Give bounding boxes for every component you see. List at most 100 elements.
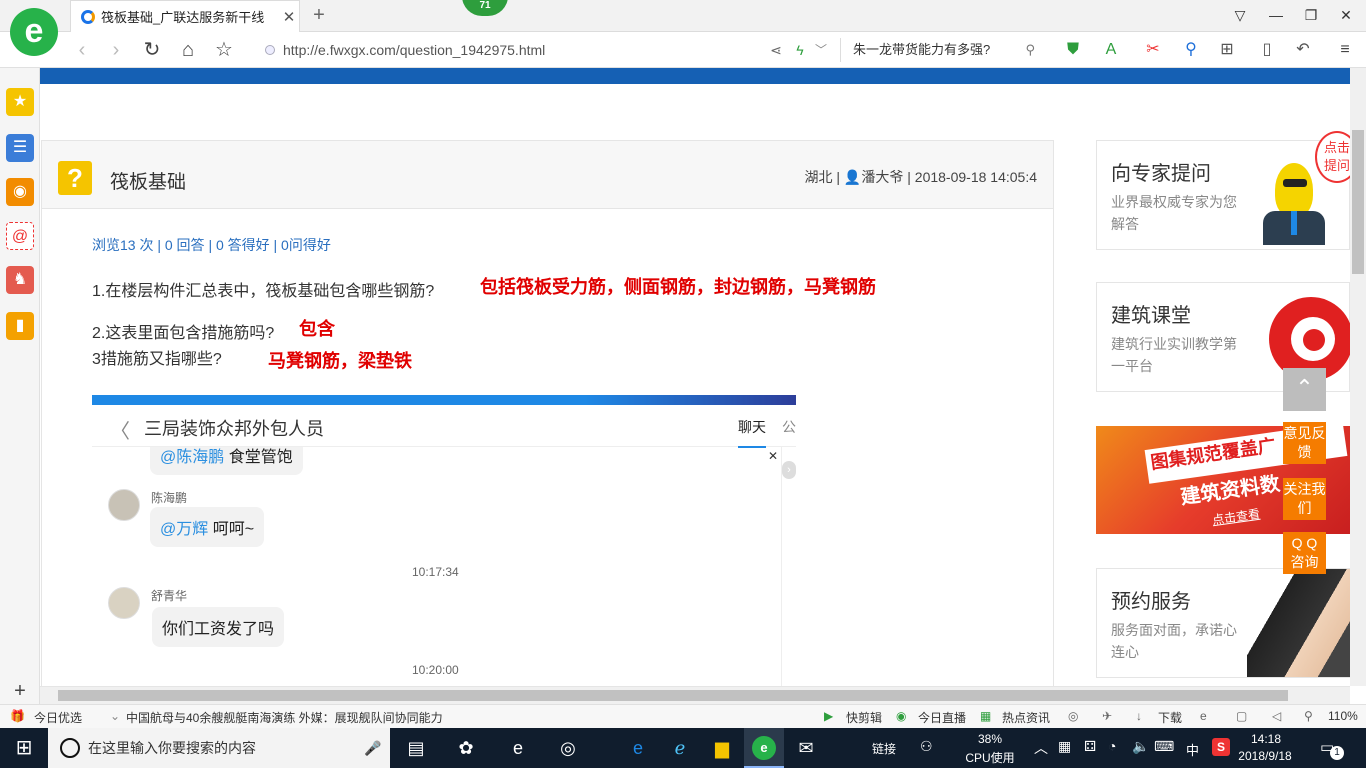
follow-us-button[interactable]: 关注我们 bbox=[1283, 478, 1326, 520]
taskbar-search-placeholder[interactable]: 在这里输入你要搜索的内容 bbox=[88, 740, 256, 756]
task-view-icon[interactable]: ▤ bbox=[402, 736, 430, 760]
ime-indicator[interactable]: 中 bbox=[1186, 740, 1199, 759]
minimize-button[interactable]: — bbox=[1262, 4, 1290, 26]
tray-app-icon[interactable]: ▦ bbox=[1058, 738, 1071, 755]
mail-icon[interactable]: ✉ bbox=[792, 736, 820, 760]
address-bar[interactable]: http://e.fwxgx.com/question_1942975.html bbox=[265, 40, 755, 60]
today-picks-link[interactable]: 今日优选 bbox=[34, 709, 82, 726]
horizontal-scroll-thumb[interactable] bbox=[58, 690, 1288, 701]
active-browser-task[interactable]: e bbox=[744, 728, 784, 768]
question-line-2: 2.这表里面包含措施筋吗? bbox=[92, 325, 275, 342]
favorites-star-icon[interactable]: ★ bbox=[6, 88, 34, 116]
close-tab-icon[interactable]: ✕ bbox=[279, 8, 299, 26]
microphone-icon[interactable]: 🎤 bbox=[364, 728, 381, 768]
notification-count[interactable]: 1 bbox=[1330, 746, 1344, 760]
browser-tab[interactable]: 筏板基础_广联达服务新干线 ✕ bbox=[70, 0, 300, 32]
volume-icon[interactable]: 🔈 bbox=[1132, 738, 1149, 755]
add-sidebar-icon[interactable]: + bbox=[0, 680, 40, 706]
forward-icon[interactable]: › bbox=[104, 38, 128, 62]
site-info-icon[interactable] bbox=[265, 45, 275, 55]
translate-icon[interactable]: A bbox=[1100, 39, 1122, 61]
banner-link[interactable]: 点击查看 bbox=[1211, 505, 1261, 529]
search-input[interactable]: 朱一龙带货能力有多强? bbox=[853, 42, 990, 57]
appointment-card[interactable]: 预约服务 服务面对面，承诺心连心 bbox=[1096, 568, 1350, 678]
chat-timestamp: 10:20:00 bbox=[412, 663, 459, 677]
question-stats: 浏览13 次 | 0 回答 | 0 答得好 | 0问得好 bbox=[92, 237, 331, 253]
game-icon[interactable]: ♞ bbox=[6, 266, 34, 294]
ask-expert-card[interactable]: 向专家提问 业界最权威专家为您解答 点击提问 bbox=[1096, 131, 1350, 250]
speed-icon[interactable]: ◎ bbox=[1068, 709, 1078, 723]
horizontal-scrollbar[interactable] bbox=[40, 686, 1350, 704]
cortana-icon[interactable] bbox=[60, 738, 80, 758]
security-shield-icon[interactable]: ⛊ bbox=[1062, 39, 1084, 61]
clock-time[interactable]: 14:18 bbox=[1238, 732, 1294, 746]
taskbar-search[interactable]: 在这里输入你要搜索的内容 🎤 bbox=[48, 728, 390, 768]
live-link[interactable]: 今日直播 bbox=[918, 709, 966, 726]
vertical-scroll-thumb[interactable] bbox=[1352, 130, 1364, 274]
new-tab-button[interactable]: + bbox=[308, 4, 330, 27]
refresh-icon[interactable]: ↻ bbox=[140, 38, 164, 62]
share-icon[interactable]: ⋖ bbox=[765, 39, 787, 61]
feedback-button[interactable]: 意见反馈 bbox=[1283, 422, 1326, 464]
back-icon[interactable]: ‹ bbox=[70, 38, 94, 62]
internet-explorer-icon[interactable]: ℯ bbox=[666, 736, 694, 760]
show-hidden-icons[interactable]: ︿ bbox=[1034, 738, 1048, 758]
window-icon[interactable]: ▢ bbox=[1236, 709, 1247, 723]
file-explorer-icon[interactable]: ▆ bbox=[708, 736, 736, 760]
download-icon[interactable]: ↓ bbox=[1136, 709, 1142, 723]
device-icon[interactable]: ▯ bbox=[1256, 39, 1278, 61]
skin-icon[interactable]: ▽ bbox=[1226, 4, 1254, 26]
url-text[interactable]: http://e.fwxgx.com/question_1942975.html bbox=[283, 42, 545, 58]
windows-taskbar: ⊞ 在这里输入你要搜索的内容 🎤 ▤ ✿ e ◎ e ℯ ▆ e ✉ 链接 ⚇ … bbox=[0, 728, 1366, 768]
close-window-button[interactable]: ✕ bbox=[1332, 4, 1360, 26]
browser-logo-icon[interactable]: e bbox=[10, 8, 58, 56]
quick-clip-link[interactable]: 快剪辑 bbox=[846, 709, 882, 726]
hot-news-icon[interactable]: ▦ bbox=[980, 709, 991, 723]
zoom-level[interactable]: 110% bbox=[1328, 709, 1358, 723]
apps-grid-icon[interactable]: ⊞ bbox=[1216, 39, 1238, 61]
zoom-icon[interactable]: ⚲ bbox=[1304, 709, 1313, 723]
hot-news-link[interactable]: 热点资讯 bbox=[1002, 709, 1050, 726]
notification-badge[interactable]: 71 bbox=[462, 0, 508, 16]
tray-device-icon[interactable]: ⚃ bbox=[1084, 738, 1096, 755]
question-line-1: 1.在楼层构件汇总表中，筏板基础包含哪些钢筋? bbox=[92, 283, 435, 300]
search-box[interactable]: 朱一龙带货能力有多强? ⚲ bbox=[840, 38, 1045, 62]
app-e-icon[interactable]: e bbox=[504, 736, 532, 760]
notes-icon[interactable]: ▮ bbox=[6, 312, 34, 340]
question-author[interactable]: 潘大爷 bbox=[861, 169, 903, 185]
menu-icon[interactable]: ≡ bbox=[1334, 39, 1356, 61]
vertical-scrollbar[interactable] bbox=[1350, 68, 1366, 686]
live-icon[interactable]: ◉ bbox=[896, 709, 906, 723]
download-link[interactable]: 下载 bbox=[1158, 709, 1182, 726]
ie-mode-icon[interactable]: e bbox=[1200, 709, 1207, 723]
app-pinwheel-icon[interactable]: ✿ bbox=[452, 736, 480, 760]
people-icon[interactable]: ⚇ bbox=[920, 738, 933, 755]
find-icon[interactable]: ⚲ bbox=[1180, 39, 1202, 61]
favorite-star-icon[interactable]: ☆ bbox=[212, 38, 236, 62]
clip-icon[interactable]: ▶ bbox=[824, 709, 833, 723]
keyboard-icon[interactable]: ⌨ bbox=[1154, 738, 1174, 755]
edge-icon[interactable]: e bbox=[624, 736, 652, 760]
app-spiral-icon[interactable]: ◎ bbox=[554, 736, 582, 760]
link-label[interactable]: 链接 bbox=[872, 740, 896, 757]
restore-button[interactable]: ❐ bbox=[1297, 4, 1325, 26]
sogou-ime-icon[interactable]: S bbox=[1212, 738, 1230, 756]
home-icon[interactable]: ⌂ bbox=[176, 38, 200, 62]
speed-mode-icon[interactable]: ϟ bbox=[789, 39, 811, 61]
news-ticker[interactable]: 中国航母与40余艘舰艇南海演练 外媒：展现舰队间协同能力 bbox=[126, 709, 443, 726]
qq-consult-button[interactable]: Q Q 咨询 bbox=[1283, 532, 1326, 574]
gift-icon[interactable]: 🎁 bbox=[10, 709, 25, 723]
email-at-icon[interactable]: @ bbox=[6, 222, 34, 250]
undo-close-icon[interactable]: ↶ bbox=[1292, 39, 1314, 61]
wifi-icon[interactable]: ◔ bbox=[1108, 738, 1116, 754]
sound-icon[interactable]: ◁ bbox=[1272, 709, 1281, 723]
chevron-down-icon[interactable]: ﹀ bbox=[810, 39, 832, 61]
clock-date[interactable]: 2018/9/18 bbox=[1232, 749, 1298, 763]
news-list-icon[interactable]: ☰ bbox=[6, 134, 34, 162]
windows-start-icon[interactable]: ⊞ bbox=[10, 736, 38, 760]
screenshot-scissors-icon[interactable]: ✂ bbox=[1142, 39, 1164, 61]
back-to-top-button[interactable]: ⌃ bbox=[1283, 368, 1326, 411]
pin-icon[interactable]: ✈ bbox=[1102, 709, 1112, 723]
weibo-icon[interactable]: ◉ bbox=[6, 178, 34, 206]
search-icon[interactable]: ⚲ bbox=[1025, 38, 1035, 62]
